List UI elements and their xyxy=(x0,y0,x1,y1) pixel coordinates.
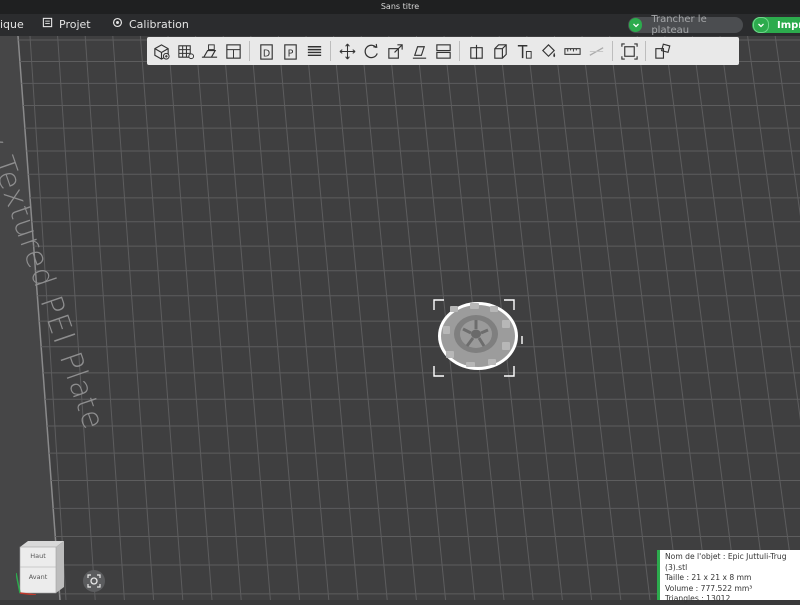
menu-item-view[interactable]: ique xyxy=(0,14,24,36)
chevron-down-icon[interactable] xyxy=(753,17,769,33)
slice-plate-button[interactable]: Trancher le plateau xyxy=(628,14,743,36)
view-cube-top-label[interactable]: Haut xyxy=(30,552,46,560)
rotate-icon[interactable] xyxy=(359,39,383,63)
paint-icon[interactable] xyxy=(536,39,560,63)
project-icon xyxy=(42,14,53,36)
toolbar-divider xyxy=(459,41,460,61)
view-cube[interactable]: Haut Avant xyxy=(16,537,68,595)
object-info-panel: Nom de l'objet : Epic Juttuli-Trug (3).s… xyxy=(657,550,800,603)
svg-text:P: P xyxy=(287,48,293,59)
window-title: Sans titre xyxy=(0,0,800,14)
move-icon[interactable] xyxy=(335,39,359,63)
svg-text:D: D xyxy=(262,48,269,59)
add-object-icon[interactable] xyxy=(149,39,173,63)
focus-icon xyxy=(87,574,101,588)
3d-viewport[interactable]: y Textured PEI Plate Haut Avant xyxy=(0,36,800,600)
plate-p-icon[interactable]: P xyxy=(278,39,302,63)
object-triangles: Triangles : 13012 xyxy=(665,594,731,603)
arrange-grid-icon[interactable] xyxy=(173,39,197,63)
assembly-icon[interactable] xyxy=(650,39,674,63)
lay-flat-icon[interactable] xyxy=(407,39,431,63)
menu-item-label: Projet xyxy=(59,18,91,31)
menu-item-calibration[interactable]: Calibration xyxy=(112,14,189,36)
main-toolbar: D P xyxy=(147,37,739,65)
toolbar-divider xyxy=(612,41,613,61)
fit-icon[interactable] xyxy=(617,39,641,63)
object-size: Taille : 21 x 21 x 8 mm xyxy=(665,573,752,582)
print-button-label: Imprim xyxy=(777,19,800,31)
tire-model xyxy=(438,302,518,370)
recenter-view-button[interactable] xyxy=(83,570,105,592)
view-cube-front-label[interactable]: Avant xyxy=(29,573,48,581)
cut-icon[interactable] xyxy=(464,39,488,63)
menu-item-label: ique xyxy=(0,18,24,31)
slice-button-label: Trancher le plateau xyxy=(651,14,707,36)
menu-bar: ique Projet Calibration Trancher le plat… xyxy=(0,14,800,36)
chevron-down-icon[interactable] xyxy=(629,18,643,32)
calibration-icon xyxy=(112,14,123,36)
plate-d-icon[interactable]: D xyxy=(254,39,278,63)
object-name: Nom de l'objet : Epic Juttuli-Trug (3).s… xyxy=(665,552,787,572)
scale-icon[interactable] xyxy=(383,39,407,63)
toolbar-divider xyxy=(330,41,331,61)
menu-item-label: Calibration xyxy=(129,18,189,31)
object-volume: Volume : 777.522 mm³ xyxy=(665,583,753,593)
toolbar-divider xyxy=(249,41,250,61)
text-icon[interactable] xyxy=(512,39,536,63)
print-plate-button[interactable]: Imprim xyxy=(752,17,800,33)
box-icon[interactable] xyxy=(488,39,512,63)
auto-orient-icon[interactable] xyxy=(197,39,221,63)
menu-item-project[interactable]: Projet xyxy=(42,14,91,36)
seam-icon[interactable] xyxy=(584,39,608,63)
layout-icon[interactable] xyxy=(221,39,245,63)
toolbar-divider xyxy=(645,41,646,61)
split-icon[interactable] xyxy=(431,39,455,63)
measure-icon[interactable] xyxy=(560,39,584,63)
selected-object[interactable] xyxy=(430,296,526,382)
layers-icon[interactable] xyxy=(302,39,326,63)
